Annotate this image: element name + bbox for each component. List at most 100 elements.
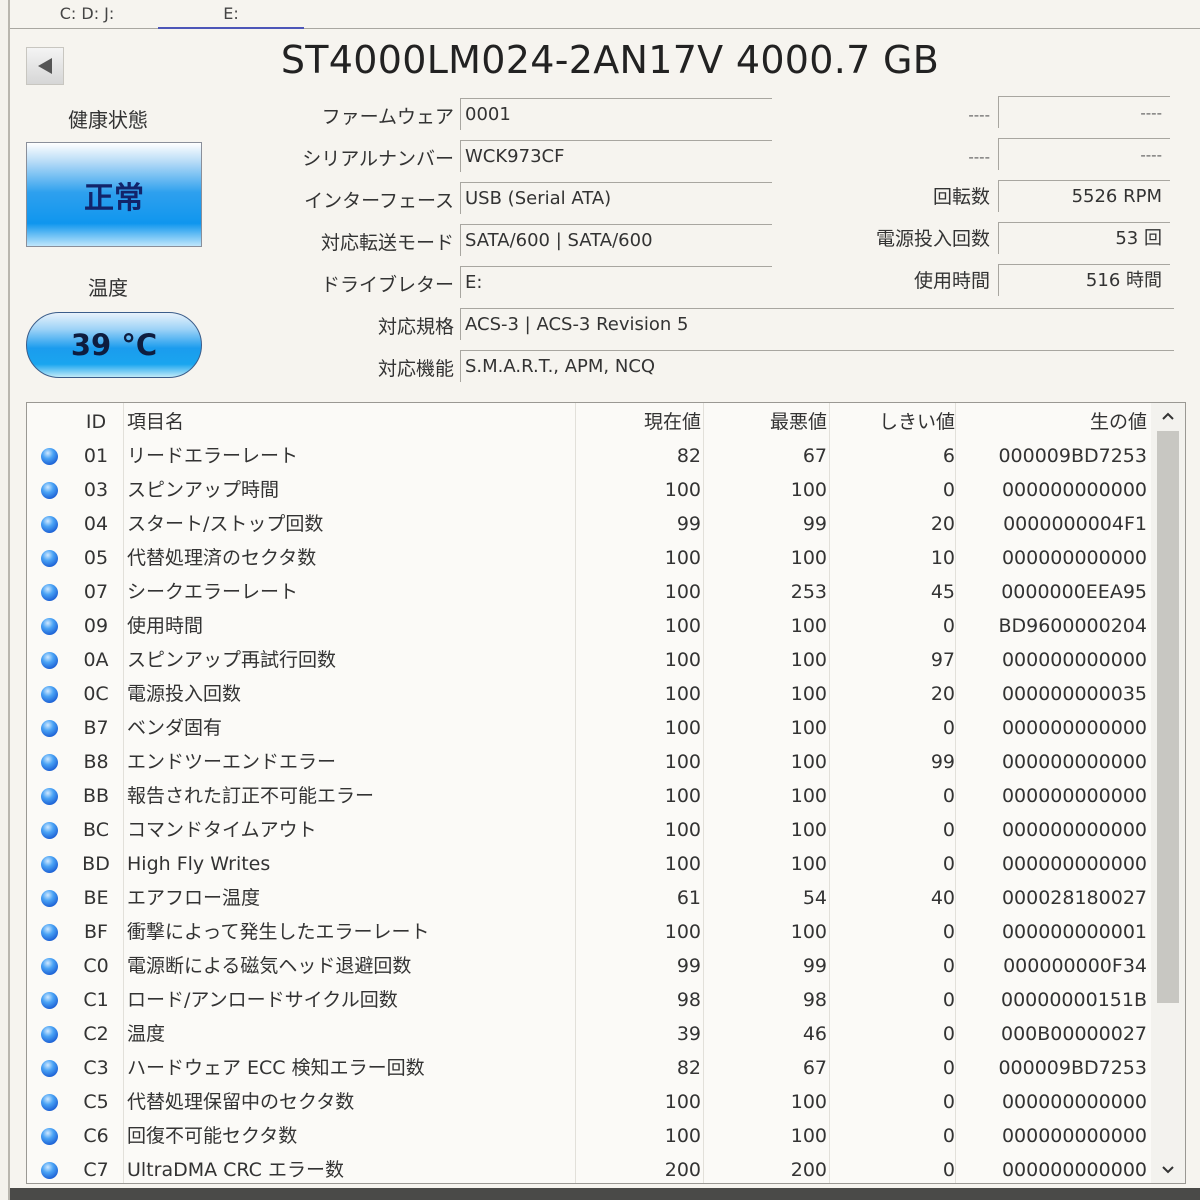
- table-row[interactable]: C3 ハードウェア ECC 検知エラー回数 82 67 0 000009BD7253: [27, 1051, 1151, 1085]
- status-dot-icon: [41, 822, 58, 839]
- drive-tab-cdj[interactable]: C: D: J:: [52, 4, 122, 28]
- raw-value: 0000000004F1: [1003, 513, 1147, 535]
- status-dot-icon: [41, 754, 58, 771]
- table-row[interactable]: BB 報告された訂正不可能エラー 100 100 0 000000000000: [27, 779, 1151, 813]
- header-threshold[interactable]: しきい値: [837, 405, 955, 439]
- attribute-name: 電源投入回数: [127, 683, 242, 705]
- status-dot-icon: [41, 584, 58, 601]
- worst-value: 100: [790, 785, 827, 807]
- status-dot-icon: [41, 618, 58, 635]
- table-row[interactable]: B8 エンドツーエンドエラー 100 100 99 000000000000: [27, 745, 1151, 779]
- threshold-value: 0: [942, 1023, 955, 1045]
- raw-value: 000000000000: [1001, 785, 1147, 807]
- current-value: 100: [664, 581, 701, 603]
- scroll-down-button[interactable]: [1151, 1157, 1185, 1183]
- header-current[interactable]: 現在値: [587, 405, 701, 439]
- scroll-up-button[interactable]: [1151, 403, 1185, 429]
- table-row[interactable]: 04 スタート/ストップ回数 99 99 20 0000000004F1: [27, 507, 1151, 541]
- raw-value: 000000000000: [1001, 819, 1147, 841]
- threshold-value: 0: [942, 989, 955, 1011]
- status-dot-icon: [41, 1094, 58, 1111]
- table-row[interactable]: BD High Fly Writes 100 100 0 000000000000: [27, 847, 1151, 881]
- attribute-id: 03: [83, 479, 109, 501]
- table-row[interactable]: 01 リードエラーレート 82 67 6 000009BD7253: [27, 439, 1151, 473]
- rotation-rate-label: 回転数: [932, 186, 990, 208]
- attribute-name: UltraDMA CRC エラー数: [127, 1159, 344, 1181]
- header-raw-value[interactable]: 生の値: [963, 405, 1147, 439]
- threshold-value: 0: [942, 853, 955, 875]
- header-worst[interactable]: 最悪値: [711, 405, 827, 439]
- attribute-name: 温度: [127, 1023, 166, 1045]
- table-row[interactable]: C1 ロード/アンロードサイクル回数 98 98 0 00000000151B: [27, 983, 1151, 1017]
- table-row[interactable]: C0 電源断による磁気ヘッド退避回数 99 99 0 000000000F34: [27, 949, 1151, 983]
- threshold-value: 20: [930, 683, 955, 705]
- worst-value: 100: [790, 683, 827, 705]
- attribute-id: C7: [83, 1159, 109, 1181]
- attribute-name: リードエラーレート: [127, 445, 299, 467]
- drive-tabs: C: D: J: E:: [10, 0, 1200, 29]
- table-row[interactable]: 0C 電源投入回数 100 100 20 000000000035: [27, 677, 1151, 711]
- temperature-badge[interactable]: 39 °C: [26, 312, 202, 378]
- table-row[interactable]: 0A スピンアップ再試行回数 100 100 97 000000000000: [27, 643, 1151, 677]
- power-on-hours-field: 516 時間: [998, 264, 1170, 296]
- raw-value: 00000000151B: [1000, 989, 1147, 1011]
- chevron-down-icon: [1162, 1166, 1174, 1174]
- table-row[interactable]: 09 使用時間 100 100 0 BD9600000204: [27, 609, 1151, 643]
- raw-value: 000000000F34: [1003, 955, 1147, 977]
- worst-value: 99: [802, 955, 827, 977]
- header-id[interactable]: ID: [71, 405, 121, 439]
- table-row[interactable]: C5 代替処理保留中のセクタ数 100 100 0 000000000000: [27, 1085, 1151, 1119]
- vertical-scrollbar[interactable]: [1151, 403, 1185, 1183]
- attribute-id: 0A: [83, 649, 109, 671]
- chevron-up-icon: [1162, 412, 1174, 420]
- table-row[interactable]: C7 UltraDMA CRC エラー数 200 200 0 000000000000: [27, 1153, 1151, 1183]
- drive-letter-field: E:: [460, 266, 772, 298]
- table-row[interactable]: B7 ベンダ固有 100 100 0 000000000000: [27, 711, 1151, 745]
- worst-value: 253: [790, 581, 827, 603]
- attribute-id: 05: [83, 547, 109, 569]
- raw-value: 000000000000: [1001, 479, 1147, 501]
- table-row[interactable]: C2 温度 39 46 0 000B00000027: [27, 1017, 1151, 1051]
- status-dot-icon: [41, 1128, 58, 1145]
- status-dot-icon: [41, 1026, 58, 1043]
- table-row[interactable]: BC コマンドタイムアウト 100 100 0 000000000000: [27, 813, 1151, 847]
- table-row[interactable]: C6 回復不可能セクタ数 100 100 0 000000000000: [27, 1119, 1151, 1153]
- health-status-badge[interactable]: 正常: [26, 142, 202, 247]
- attribute-id: B8: [83, 751, 109, 773]
- table-row[interactable]: BE エアフロー温度 61 54 40 000028180027: [27, 881, 1151, 915]
- attribute-name: コマンドタイムアウト: [127, 819, 317, 841]
- standard-field: ACS-3 | ACS-3 Revision 5: [460, 308, 1174, 340]
- table-row[interactable]: 03 スピンアップ時間 100 100 0 000000000000: [27, 473, 1151, 507]
- attribute-id: 0C: [83, 683, 109, 705]
- window-bottom-edge: [10, 1188, 1200, 1200]
- attribute-id: BD: [82, 853, 110, 875]
- transfer-mode-field: SATA/600 | SATA/600: [460, 224, 772, 256]
- attribute-id: BF: [84, 921, 108, 943]
- current-value: 100: [664, 785, 701, 807]
- serial-number-label: シリアルナンバー: [302, 148, 454, 170]
- header-attribute-name[interactable]: 項目名: [127, 405, 587, 439]
- table-row[interactable]: BF 衝撃によって発生したエラーレート 100 100 0 000000000001: [27, 915, 1151, 949]
- raw-value: BD9600000204: [998, 615, 1147, 637]
- firmware-label: ファームウェア: [321, 106, 454, 128]
- previous-drive-button[interactable]: [26, 47, 64, 85]
- current-value: 100: [664, 751, 701, 773]
- status-dot-icon: [41, 686, 58, 703]
- features-field: S.M.A.R.T., APM, NCQ: [460, 350, 1174, 382]
- table-row[interactable]: 07 シークエラーレート 100 253 45 0000000EEA95: [27, 575, 1151, 609]
- current-value: 98: [676, 989, 701, 1011]
- status-dot-icon: [41, 890, 58, 907]
- current-value: 100: [664, 1125, 701, 1147]
- current-value: 100: [664, 853, 701, 875]
- drive-tab-e[interactable]: E:: [158, 4, 304, 29]
- threshold-value: 0: [942, 955, 955, 977]
- table-row[interactable]: 05 代替処理済のセクタ数 100 100 10 000000000000: [27, 541, 1151, 575]
- threshold-value: 0: [942, 1057, 955, 1079]
- current-value: 100: [664, 921, 701, 943]
- threshold-value: 6: [942, 445, 955, 467]
- threshold-value: 45: [930, 581, 955, 603]
- scroll-thumb[interactable]: [1157, 431, 1179, 1003]
- worst-value: 98: [802, 989, 827, 1011]
- raw-value: 000000000001: [1001, 921, 1147, 943]
- threshold-value: 0: [942, 1125, 955, 1147]
